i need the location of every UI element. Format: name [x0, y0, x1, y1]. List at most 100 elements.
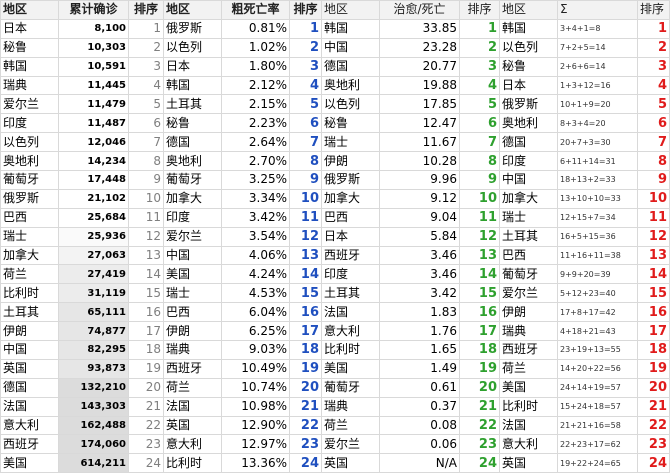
rank-cell-3: 11 — [459, 207, 500, 228]
sigma-cell: 7+2+5=14 — [557, 37, 638, 58]
region-cell-4: 韩国 — [499, 18, 558, 39]
region-cell-2: 秘鲁 — [163, 113, 222, 134]
rank-cell-4: 10 — [637, 188, 670, 209]
rank-cell-2: 5 — [289, 94, 322, 115]
sigma-cell: 2+6+6=14 — [557, 56, 638, 77]
recovery-death-cell: 10.28 — [379, 151, 460, 172]
table-row: 意大利 162,488 22 英国 12.90% 22 荷兰 0.08 22 法国 21+21+16… — [0, 415, 670, 436]
region-cell-1: 比利时 — [0, 283, 59, 304]
region-cell-4: 以色列 — [499, 37, 558, 58]
sigma-cell: 22+23+17=62 — [557, 434, 638, 455]
sigma-cell: 21+21+16=58 — [557, 415, 638, 436]
region-cell-4: 奥地利 — [499, 113, 558, 134]
rank-cell-3: 18 — [459, 340, 500, 360]
region-cell-1: 荷兰 — [0, 264, 59, 285]
table-row: 以色列 12,046 7 德国 2.64% 7 瑞士 11.67 7 德国 20+7+3=30 7 — [0, 132, 670, 153]
rank-cell-4: 3 — [637, 56, 670, 77]
rank-cell-1: 11 — [128, 207, 164, 228]
region-cell-3: 西班牙 — [321, 245, 380, 266]
sigma-cell: 23+19+13=55 — [557, 340, 638, 360]
rank-cell-2: 13 — [289, 245, 322, 266]
rank-cell-4: 18 — [637, 340, 670, 360]
rank-cell-1: 23 — [128, 434, 164, 455]
cumulative-cell: 17,448 — [58, 170, 129, 190]
mortality-cell: 10.98% — [221, 396, 290, 417]
region-cell-3: 瑞典 — [321, 396, 380, 417]
rank-cell-3: 4 — [459, 75, 500, 96]
table-row: 比利时 31,119 15 瑞士 4.53% 15 土耳其 3.42 15 爱尔兰 5+12+23=… — [0, 283, 670, 304]
region-cell-3: 中国 — [321, 37, 380, 58]
region-cell-1: 韩国 — [0, 56, 59, 77]
rank-cell-4: 19 — [637, 358, 670, 379]
rank-cell-4: 16 — [637, 302, 670, 323]
rank-cell-4: 9 — [637, 170, 670, 190]
table-row: 英国 93,873 19 西班牙 10.49% 19 美国 1.49 19 荷兰 14+20+22=… — [0, 358, 670, 379]
rank-cell-2: 3 — [289, 56, 322, 77]
cumulative-cell: 82,295 — [58, 340, 129, 360]
region-cell-1: 英国 — [0, 358, 59, 379]
rank-cell-4: 8 — [637, 151, 670, 172]
region-cell-1: 秘鲁 — [0, 37, 59, 58]
sigma-cell: 19+22+24=65 — [557, 453, 638, 473]
region-cell-3: 印度 — [321, 264, 380, 285]
rank-cell-2: 1 — [289, 18, 322, 39]
region-cell-3: 以色列 — [321, 94, 380, 115]
recovery-death-cell: 9.96 — [379, 170, 460, 190]
region-cell-2: 土耳其 — [163, 94, 222, 115]
region-cell-1: 德国 — [0, 377, 59, 398]
region-cell-3: 巴西 — [321, 207, 380, 228]
mortality-cell: 4.24% — [221, 264, 290, 285]
header-region-2: 地区 — [163, 0, 222, 20]
region-cell-1: 西班牙 — [0, 434, 59, 455]
header-row: 地区 累计确诊 排序 地区 粗死亡率 排序 地区 治愈/死亡 排序 地区 Σ 排… — [0, 0, 670, 20]
rank-cell-4: 1 — [637, 18, 670, 39]
region-cell-2: 瑞典 — [163, 340, 222, 360]
rank-cell-2: 17 — [289, 321, 322, 342]
rank-cell-1: 13 — [128, 245, 164, 266]
mortality-cell: 1.02% — [221, 37, 290, 58]
region-cell-1: 奥地利 — [0, 151, 59, 172]
mortality-cell: 3.42% — [221, 207, 290, 228]
mortality-cell: 13.36% — [221, 453, 290, 473]
region-cell-3: 美国 — [321, 358, 380, 379]
rank-cell-1: 1 — [128, 18, 164, 39]
mortality-cell: 4.06% — [221, 245, 290, 266]
rank-cell-2: 6 — [289, 113, 322, 134]
rank-cell-3: 20 — [459, 377, 500, 398]
region-cell-4: 印度 — [499, 151, 558, 172]
cumulative-cell: 8,100 — [58, 18, 129, 39]
sigma-cell: 8+3+4=20 — [557, 113, 638, 134]
region-cell-3: 土耳其 — [321, 283, 380, 304]
region-cell-4: 英国 — [499, 453, 558, 473]
region-cell-1: 加拿大 — [0, 245, 59, 266]
rank-cell-3: 9 — [459, 170, 500, 190]
mortality-cell: 12.97% — [221, 434, 290, 455]
rank-cell-3: 19 — [459, 358, 500, 379]
sigma-cell: 5+12+23=40 — [557, 283, 638, 304]
rank-cell-1: 4 — [128, 75, 164, 96]
region-cell-1: 美国 — [0, 453, 59, 473]
recovery-death-cell: N/A — [379, 453, 460, 473]
recovery-death-cell: 11.67 — [379, 132, 460, 153]
cumulative-cell: 27,419 — [58, 264, 129, 285]
header-recovery-death: 治愈/死亡 — [379, 0, 460, 20]
rank-cell-3: 5 — [459, 94, 500, 115]
recovery-death-cell: 1.65 — [379, 340, 460, 360]
rank-cell-3: 2 — [459, 37, 500, 58]
cumulative-cell: 11,445 — [58, 75, 129, 96]
rank-cell-1: 8 — [128, 151, 164, 172]
region-cell-4: 中国 — [499, 170, 558, 190]
region-cell-1: 爱尔兰 — [0, 94, 59, 115]
rank-cell-3: 15 — [459, 283, 500, 304]
region-cell-4: 日本 — [499, 75, 558, 96]
cumulative-cell: 143,303 — [58, 396, 129, 417]
cumulative-cell: 132,210 — [58, 377, 129, 398]
table-row: 瑞典 11,445 4 韩国 2.12% 4 奥地利 19.88 4 日本 1+3+12=16 4 — [0, 75, 670, 96]
table-row: 加拿大 27,063 13 中国 4.06% 13 西班牙 3.46 13 巴西 11+16+11=… — [0, 245, 670, 266]
sigma-cell: 11+16+11=38 — [557, 245, 638, 266]
rank-cell-1: 10 — [128, 188, 164, 209]
recovery-death-cell: 1.76 — [379, 321, 460, 342]
region-cell-2: 西班牙 — [163, 358, 222, 379]
cumulative-cell: 11,487 — [58, 113, 129, 134]
rank-cell-1: 6 — [128, 113, 164, 134]
